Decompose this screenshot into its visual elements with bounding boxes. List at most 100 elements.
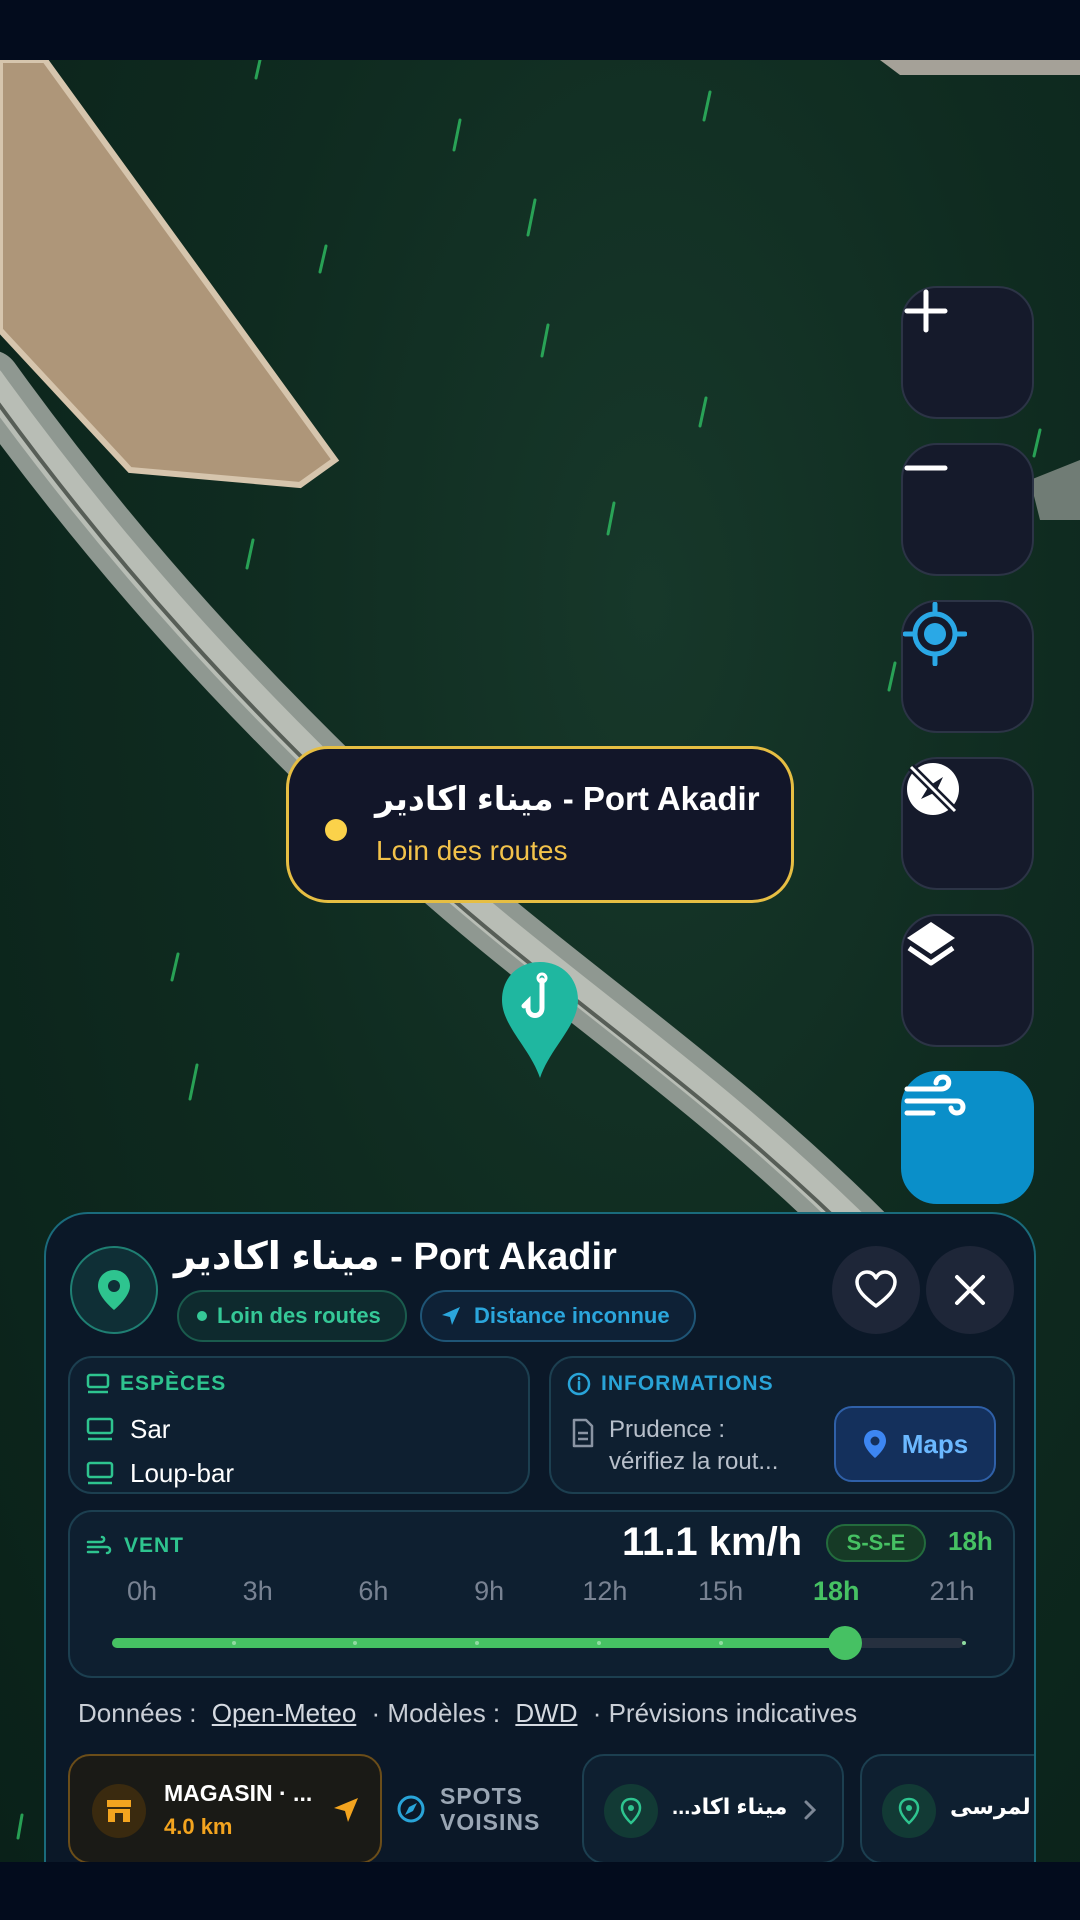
spot-tooltip[interactable]: ميناء اكادير - Port Akadir Loin des rout…	[286, 746, 794, 903]
neighbor-pin	[604, 1784, 658, 1838]
information-heading-label: INFORMATIONS	[601, 1372, 774, 1395]
slider-tick	[718, 1641, 723, 1645]
species-name: Loup-bar	[130, 1458, 235, 1488]
neighbor-spot-name: لمرسى	[950, 1794, 1031, 1819]
wind-hour-label[interactable]: 0h	[127, 1576, 157, 1607]
map-pin-icon	[98, 1270, 130, 1310]
wind-direction-badge: S-S-E	[826, 1524, 926, 1562]
information-card: INFORMATIONS Prudence : vérifiez la rout…	[549, 1356, 1015, 1494]
heart-icon	[855, 1270, 897, 1308]
species-card: ESPÈCES Sar Loup-bar	[68, 1356, 530, 1494]
wind-heading-label: VENT	[124, 1534, 185, 1557]
neighbor-spot-card[interactable]: ...ميناء اكاد	[582, 1754, 844, 1864]
access-chip: Loin des routes	[177, 1290, 407, 1342]
chevron-right-icon	[804, 1800, 817, 1820]
wind-time-slider[interactable]	[112, 1626, 966, 1660]
navigation-bar	[0, 1862, 1080, 1920]
fish-list-icon	[86, 1373, 110, 1394]
navigation-arrow-icon	[442, 1307, 460, 1325]
wind-hour-label[interactable]: 12h	[582, 1576, 627, 1607]
spot-pin-badge	[70, 1246, 158, 1334]
tooltip-title: ميناء اكادير - Port Akadir	[375, 780, 760, 817]
fish-icon	[86, 1417, 114, 1440]
spot-title: ميناء اكادير - Port Akadir	[174, 1236, 617, 1278]
status-bar	[0, 0, 1080, 60]
slider-tick	[231, 1641, 236, 1645]
wind-hour-label[interactable]: 3h	[243, 1576, 273, 1607]
navigation-arrow-icon	[334, 1798, 358, 1822]
neighbor-spots-label: SPOTS VOISINS	[396, 1754, 546, 1864]
info-icon	[567, 1372, 591, 1396]
fishing-hook-icon	[502, 962, 578, 1078]
close-icon	[955, 1275, 985, 1305]
information-text-line: Prudence :	[609, 1416, 726, 1443]
forecast-note: · Prévisions indicatives	[592, 1698, 858, 1728]
neighbor-pin	[882, 1784, 936, 1838]
compass-off-button[interactable]	[901, 757, 1034, 890]
models-label: · Modèles :	[371, 1698, 501, 1728]
wind-hour-labels: 0h 3h 6h 9h 12h 15h 18h 21h	[70, 1576, 1017, 1616]
data-label: Données :	[78, 1698, 197, 1728]
open-maps-label: Maps	[901, 1428, 969, 1459]
species-heading: ESPÈCES	[86, 1372, 226, 1396]
open-maps-button[interactable]: Maps	[834, 1406, 996, 1482]
neighbor-spot-card[interactable]: لمرسى	[860, 1754, 1034, 1864]
wind-toggle-button[interactable]	[901, 1071, 1034, 1204]
species-heading-label: ESPÈCES	[120, 1372, 227, 1395]
map-pin-icon	[620, 1797, 642, 1825]
slider-tick	[596, 1641, 601, 1645]
neighbors-label-line: SPOTS	[440, 1783, 523, 1809]
compass-icon	[397, 1795, 425, 1823]
map-pin-icon	[863, 1430, 886, 1458]
wind-heading: VENT	[86, 1534, 184, 1558]
shop-name: MAGASIN · ...	[164, 1780, 313, 1806]
zoom-in-button[interactable]	[901, 286, 1034, 419]
information-heading: INFORMATIONS	[567, 1372, 774, 1396]
compass-off-icon	[907, 763, 959, 815]
fish-icon	[86, 1461, 114, 1484]
document-icon	[572, 1418, 594, 1448]
close-button[interactable]	[926, 1246, 1014, 1334]
store-icon	[107, 1800, 131, 1822]
layers-icon	[907, 922, 955, 966]
plus-icon	[904, 289, 948, 333]
dot-icon	[197, 1311, 207, 1321]
neighbor-spot-name: ...ميناء اكاد	[672, 1794, 788, 1819]
information-text: Prudence : vérifiez la rout...	[609, 1414, 778, 1478]
wind-card: VENT 11.1 km/h S-S-E 18h 0h 3h 6h 9h 12h 15h 1…	[68, 1510, 1015, 1678]
distance-chip-label: Distance inconnue	[474, 1303, 670, 1328]
map-pin-icon	[898, 1797, 920, 1825]
data-sources: Données : Open-Meteo · Modèles : DWD · P…	[78, 1698, 857, 1729]
favorite-button[interactable]	[832, 1246, 920, 1334]
status-dot	[325, 819, 347, 841]
wind-hour-label[interactable]: 18h	[813, 1576, 860, 1607]
distance-chip: Distance inconnue	[420, 1290, 696, 1342]
layers-button[interactable]	[901, 914, 1034, 1047]
nearest-shop-card[interactable]: MAGASIN · ... 4.0 km	[68, 1754, 382, 1864]
slider-tick	[962, 1641, 966, 1645]
wind-icon	[904, 1074, 966, 1116]
wind-icon	[86, 1535, 112, 1555]
open-meteo-link[interactable]: Open-Meteo	[212, 1698, 357, 1728]
wind-hour-label[interactable]: 15h	[698, 1576, 743, 1607]
neighbors-label-line: VOISINS	[440, 1809, 541, 1835]
crosshair-icon	[903, 602, 967, 666]
wind-speed: 11.1 km/h	[622, 1520, 803, 1564]
species-item: Loup-bar	[86, 1458, 234, 1489]
access-chip-label: Loin des routes	[217, 1303, 381, 1328]
wind-hour-label[interactable]: 6h	[358, 1576, 388, 1607]
information-text-line: vérifiez la rout...	[609, 1448, 779, 1475]
shop-icon	[92, 1784, 146, 1838]
zoom-out-button[interactable]	[901, 443, 1034, 576]
slider-thumb[interactable]	[827, 1626, 862, 1660]
my-location-button[interactable]	[901, 600, 1034, 733]
wind-selected-hour: 18h	[948, 1526, 993, 1556]
spot-details-panel: ميناء اكادير - Port Akadir Loin des rout…	[44, 1212, 1036, 1874]
dwd-link[interactable]: DWD	[515, 1698, 577, 1728]
wind-hour-label[interactable]: 9h	[474, 1576, 504, 1607]
species-item: Sar	[86, 1414, 170, 1445]
tooltip-subtitle: Loin des routes	[376, 835, 568, 866]
wind-hour-label[interactable]: 21h	[929, 1576, 974, 1607]
shop-distance: 4.0 km	[164, 1814, 233, 1839]
species-name: Sar	[130, 1414, 171, 1444]
